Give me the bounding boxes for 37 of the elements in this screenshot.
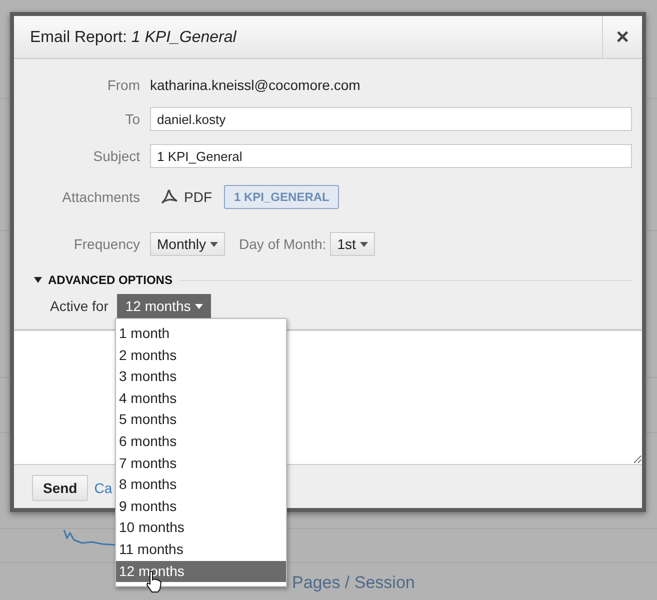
attachment-format: PDF <box>184 189 212 205</box>
close-button[interactable]: × <box>602 16 642 58</box>
cancel-link[interactable]: Ca <box>94 480 112 496</box>
field-label: To <box>124 111 141 127</box>
field-label: Day of Month: <box>239 236 326 252</box>
field-label: Attachments <box>61 189 141 205</box>
caret-icon <box>360 242 368 246</box>
menu-item[interactable]: 7 months <box>116 452 286 474</box>
caret-icon <box>194 304 203 308</box>
duration-select[interactable]: 12 months <box>117 294 211 318</box>
to-field[interactable]: daniel.kosty <box>150 107 632 131</box>
menu-item[interactable]: 3 months <box>116 366 286 388</box>
field-label: Frequency <box>72 236 141 252</box>
menu-item[interactable]: 2 months <box>116 344 286 366</box>
subject-field[interactable]: 1 KPI_General <box>150 144 632 168</box>
menu-item[interactable]: 8 months <box>116 474 286 496</box>
send-button[interactable]: Send <box>32 475 88 501</box>
dialog-title: Email Report: 1 KPI_General <box>29 28 238 48</box>
advanced-options-toggle[interactable]: ADVANCED OPTIONS <box>34 273 172 287</box>
menu-item[interactable]: 10 months <box>116 517 286 539</box>
sender-email: katharina.kneissl@cocomore.com <box>150 77 360 93</box>
pdf-icon <box>160 189 178 205</box>
metric-label: Pages / Session <box>292 573 415 593</box>
field-label: Subject <box>92 148 141 164</box>
menu-item[interactable]: 5 months <box>116 409 286 431</box>
field-label: From <box>106 77 141 93</box>
menu-item[interactable]: 4 months <box>116 388 286 410</box>
menu-item[interactable]: 1 month <box>116 323 286 345</box>
menu-item[interactable]: 9 months <box>116 496 286 518</box>
menu-item[interactable]: 6 months <box>116 430 286 453</box>
menu-item[interactable]: 12 months <box>116 560 286 582</box>
day-select[interactable]: 1st <box>330 232 375 256</box>
field-label: Active for <box>50 298 108 314</box>
caret-icon <box>210 242 218 246</box>
triangle-icon <box>34 277 42 283</box>
frequency-select[interactable]: Monthly <box>150 232 226 256</box>
menu-item[interactable]: 11 months <box>116 538 286 561</box>
